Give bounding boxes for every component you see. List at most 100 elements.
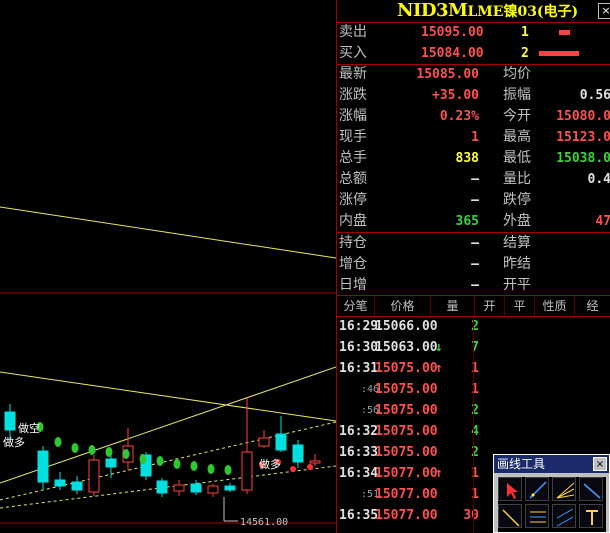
stat-label: 总手 <box>339 150 367 166</box>
tick-volume: 30 <box>463 508 479 523</box>
signal-dot <box>54 437 62 447</box>
stat-label: 量比 <box>503 171 531 187</box>
drawing-tool-button[interactable] <box>579 504 603 528</box>
fan-line-icon <box>556 482 575 499</box>
candle-body <box>156 480 168 494</box>
stats-row: 涨跌 +35.00 振幅 0.56 <box>337 85 610 106</box>
stats-row: 涨停 – 跌停 <box>337 190 610 211</box>
sell-volume-bar <box>559 30 570 35</box>
sell-row: 卖出 15095.00 1 <box>337 22 610 43</box>
ticks-column-header[interactable]: 量 <box>431 296 475 316</box>
tick-time: 16:31 <box>339 361 379 376</box>
position-label: 结算 <box>503 235 531 251</box>
candle-body <box>173 484 185 492</box>
position-row: 持仓 – 结算 <box>337 233 610 254</box>
signal-dot <box>173 459 181 469</box>
signal-dot <box>290 466 296 472</box>
signal-dot <box>122 449 130 459</box>
sell-label: 卖出 <box>339 24 367 40</box>
drawing-tools-grid <box>498 477 606 532</box>
tick-volume: 1 <box>471 361 479 376</box>
stat-value: 0.56 <box>579 88 610 103</box>
signal-dot <box>307 464 313 470</box>
tick-direction-icon: ↑ <box>435 361 443 376</box>
tick-time: 16:33 <box>339 445 379 460</box>
drawing-tool-button[interactable] <box>525 477 549 501</box>
stat-label: 今开 <box>503 108 531 124</box>
signal-long-label: 做多 <box>259 457 281 471</box>
buy-label: 买入 <box>339 45 367 61</box>
drawing-tools-close-button[interactable]: × <box>593 457 607 471</box>
drawing-tool-button[interactable] <box>498 477 522 501</box>
instrument-name: LME镍03(电子) <box>467 4 579 20</box>
stat-label: 最低 <box>503 150 531 166</box>
ticks-column-header[interactable]: 分笔 <box>337 296 375 316</box>
stat-label: 最高 <box>503 129 531 145</box>
tick-volume: 2 <box>471 445 479 460</box>
buy-volume: 2 <box>521 46 529 61</box>
position-label: 持仓 <box>339 235 367 251</box>
stat-value: 1 <box>471 130 479 145</box>
tick-price: 15075.00 <box>375 445 438 460</box>
stats-row: 总额 – 量比 0.4 <box>337 169 610 190</box>
drawing-tool-button[interactable] <box>498 504 522 528</box>
drawing-tool-button[interactable] <box>525 504 549 528</box>
stats-row: 现手 1 最高 15123.0 <box>337 127 610 148</box>
tick-direction-icon: ↓ <box>435 340 443 355</box>
instrument-code: NID3M <box>397 0 468 21</box>
stat-value: 15038.0 <box>556 151 610 166</box>
trend-line-dashed-lower <box>0 465 336 509</box>
ticks-column-header[interactable]: 经 <box>575 296 610 316</box>
signal-dot <box>71 443 79 453</box>
ticks-column-header[interactable]: 价格 <box>375 296 431 316</box>
kline-chart-canvas[interactable]: 14561.00 做空 做多 做多 <box>0 0 336 533</box>
signal-dot <box>88 445 96 455</box>
buy-price: 15084.00 <box>421 46 484 61</box>
stat-label: 外盘 <box>503 213 531 229</box>
stat-value: 47 <box>595 214 610 229</box>
drawing-tool-button[interactable] <box>579 477 603 501</box>
tick-price: 15066.00 <box>375 319 438 334</box>
ticks-column-header[interactable]: 性质 <box>535 296 575 316</box>
position-label: 开平 <box>503 277 531 293</box>
candle-body <box>241 451 253 491</box>
kline-chart[interactable]: 14561.00 做空 做多 做多 <box>0 0 336 533</box>
trend-line-ascending <box>0 366 336 484</box>
position-label: 昨结 <box>503 256 531 272</box>
position-label: 日增 <box>339 277 367 293</box>
signal-dot <box>139 454 147 464</box>
tick-volume: 2 <box>471 319 479 334</box>
stat-value: 15080.0 <box>556 109 610 124</box>
candle-body <box>37 450 49 483</box>
tick-volume: 1 <box>471 382 479 397</box>
tick-price: 15075.00 <box>375 361 438 376</box>
candle-body <box>88 459 100 493</box>
stat-value: +35.00 <box>432 88 479 103</box>
sell-price: 15095.00 <box>421 25 484 40</box>
candle-body <box>275 433 287 451</box>
signal-dot <box>224 465 232 475</box>
stat-value: 0.23% <box>439 109 479 124</box>
drawing-tool-button[interactable] <box>552 477 576 501</box>
ticks-column-header[interactable]: 平 <box>505 296 535 316</box>
drawing-tools-window[interactable]: 画线工具 × <box>493 454 610 533</box>
stat-value: 0.4 <box>587 172 610 187</box>
signal-long-label: 做多 <box>3 435 25 449</box>
ticks-column-header[interactable]: 开 <box>475 296 505 316</box>
text-tool-icon <box>586 510 598 525</box>
position-value: – <box>471 257 479 272</box>
signal-dot <box>207 464 215 474</box>
drawing-tools-title[interactable]: 画线工具 <box>494 455 609 473</box>
signal-short-label: 做空 <box>18 421 40 435</box>
sell-volume: 1 <box>521 25 529 40</box>
pointer-tool-icon <box>507 483 518 499</box>
quote-title-bar: NID3MLME镍03(电子) × <box>337 0 610 22</box>
stat-value: 838 <box>455 151 479 166</box>
position-row: 增仓 – 昨结 <box>337 254 610 275</box>
tick-price: 15075.00 <box>375 382 438 397</box>
close-panel-button[interactable]: × <box>598 3 610 19</box>
tick-price: 15063.00 <box>375 340 438 355</box>
drawing-tool-button[interactable] <box>552 504 576 528</box>
tick-volume: 1 <box>471 487 479 502</box>
candle-body <box>71 481 83 491</box>
